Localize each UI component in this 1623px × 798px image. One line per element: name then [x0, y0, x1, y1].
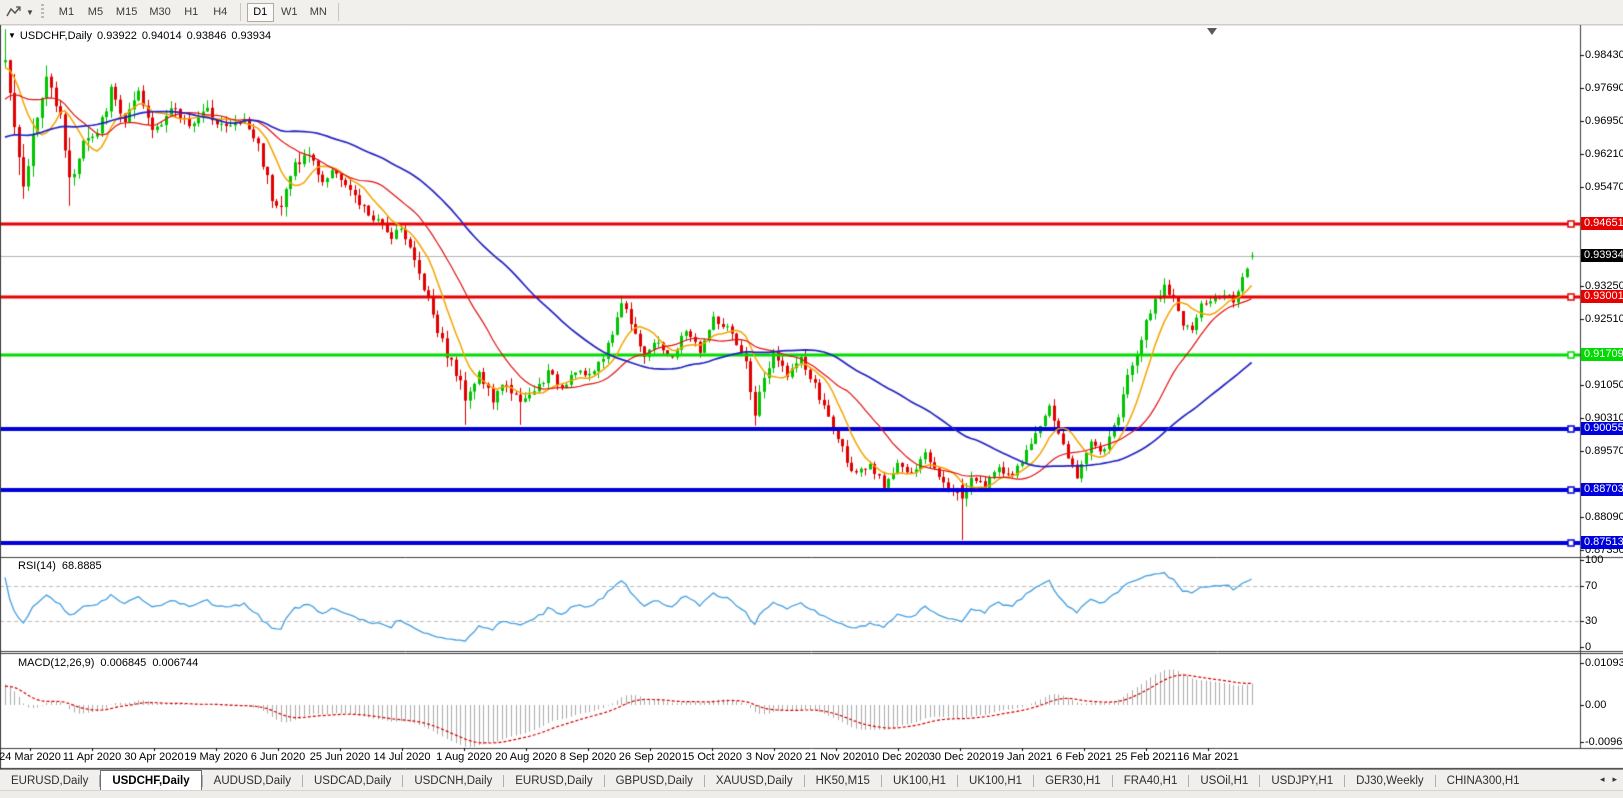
tab-scroll-left-icon[interactable]: ◂ [1596, 774, 1609, 785]
date-axis-label: 30 Dec 2020 [929, 751, 991, 763]
rsi-value: 68.8885 [62, 560, 102, 572]
timeframe-button-w1[interactable]: W1 [276, 3, 303, 22]
price-axis-tick: 0.88090 [1585, 511, 1623, 523]
timeframe-button-m5[interactable]: M5 [82, 3, 109, 22]
price-axis-tick: 0.96950 [1585, 115, 1623, 127]
rsi-axis-tick: 30 [1585, 615, 1597, 627]
collapse-triangle-icon[interactable]: ▼ [8, 31, 16, 40]
date-axis-label: 30 Apr 2020 [124, 751, 183, 763]
toolbar-separator [338, 3, 339, 21]
timeframe-button-m1[interactable]: M1 [53, 3, 80, 22]
tab-scroll-right-icon[interactable]: ▸ [1608, 774, 1621, 785]
macd-signal-value: 0.006744 [152, 657, 198, 669]
chart-tab[interactable]: HK50,M15 [805, 770, 881, 791]
date-axis-label: 24 Mar 2020 [0, 751, 61, 763]
date-axis-label: 10 Dec 2020 [867, 751, 929, 763]
rsi-name: RSI(14) [18, 560, 56, 572]
chart-tab[interactable]: USDJPY,H1 [1260, 770, 1344, 791]
chart-tab[interactable]: EURUSD,Daily [504, 770, 603, 791]
date-axis-label: 1 Aug 2020 [436, 751, 492, 763]
hline-price-label: 0.93001 [1581, 290, 1623, 303]
timeframe-toolbar: ▼ M1 M5 M15 M30 H1 H4 D1 W1 MN [0, 0, 1623, 25]
date-axis-label: 15 Oct 2020 [682, 751, 742, 763]
price-axis-tick: 0.92510 [1585, 313, 1623, 325]
date-axis-label: 20 Aug 2020 [495, 751, 557, 763]
chart-tab[interactable]: EURUSD,Daily [0, 770, 99, 791]
price-axis-tick: 0.96210 [1585, 148, 1623, 160]
timeframe-button-mn[interactable]: MN [305, 3, 332, 22]
chart-tab[interactable]: FRA40,H1 [1113, 770, 1189, 791]
chart-symbol-label: USDCHF,Daily [20, 30, 92, 42]
chart-type-icon[interactable] [4, 3, 26, 21]
chart-low-value: 0.93846 [187, 30, 227, 42]
macd-axis-tick: 0.010933 [1585, 657, 1623, 669]
chart-tab[interactable]: UK100,H1 [958, 770, 1033, 791]
date-axis-label: 11 Apr 2020 [63, 751, 122, 763]
price-axis-tick: 0.89570 [1585, 445, 1623, 457]
toolbar-drag-handle[interactable] [41, 4, 44, 20]
date-axis-label: 6 Feb 2021 [1056, 751, 1112, 763]
macd-main-value: 0.006845 [100, 657, 146, 669]
date-axis-label: 19 May 2020 [184, 751, 248, 763]
rsi-indicator-label: RSI(14) 68.8885 [18, 560, 108, 572]
chart-open-value: 0.93922 [97, 30, 137, 42]
timeframe-button-m15[interactable]: M15 [111, 3, 142, 22]
date-axis-label: 26 Sep 2020 [619, 751, 681, 763]
date-axis-label: 21 Nov 2020 [805, 751, 867, 763]
toolbar-separator [240, 3, 241, 21]
current-price-label: 0.93934 [1581, 249, 1623, 262]
chart-tab[interactable]: CHINA300,H1 [1436, 770, 1531, 791]
price-axis-tick: 0.97690 [1585, 82, 1623, 94]
rsi-axis-tick: 70 [1585, 580, 1597, 592]
chart-tabbar: EURUSD,DailyUSDCHF,DailyAUDUSD,DailyUSDC… [0, 769, 1623, 791]
timeframe-button-h1[interactable]: H1 [178, 3, 205, 22]
date-axis-label: 14 Jul 2020 [374, 751, 431, 763]
chart-ohlc-title: ▼ USDCHF,Daily 0.93922 0.94014 0.93846 0.9393… [8, 30, 276, 42]
chart-tab[interactable]: USOil,H1 [1189, 770, 1259, 791]
date-axis-label: 16 Mar 2021 [1177, 751, 1239, 763]
macd-axis-tick: 0.00 [1585, 699, 1606, 711]
chart-shift-marker-icon[interactable] [1207, 28, 1217, 35]
hline-price-label: 0.90055 [1581, 422, 1623, 435]
chart-type-dropdown-icon[interactable]: ▼ [26, 8, 34, 17]
timeframe-button-h4[interactable]: H4 [207, 3, 234, 22]
tabbar-scroll-arrows: ◂ ▸ [1596, 769, 1621, 790]
chart-tab[interactable]: UK100,H1 [882, 770, 957, 791]
rsi-axis-tick: 0 [1585, 641, 1591, 653]
macd-axis-tick: -0.009653 [1585, 736, 1623, 748]
date-axis-label: 3 Nov 2020 [746, 751, 802, 763]
chart-tab[interactable]: AUDUSD,Daily [203, 770, 302, 791]
date-axis-label: 8 Sep 2020 [560, 751, 616, 763]
hline-price-label: 0.94651 [1581, 217, 1623, 230]
hline-price-label: 0.88703 [1581, 483, 1623, 496]
price-axis-tick: 0.91050 [1585, 379, 1623, 391]
rsi-axis-tick: 100 [1585, 554, 1603, 566]
timeframe-button-m30[interactable]: M30 [144, 3, 175, 22]
chart-tab[interactable]: XAUUSD,Daily [705, 770, 804, 791]
price-axis-tick: 0.98430 [1585, 49, 1623, 61]
hline-price-label: 0.87513 [1581, 536, 1623, 549]
price-chart-canvas[interactable] [0, 0, 1623, 769]
chart-tab[interactable]: DJ30,Weekly [1345, 770, 1435, 791]
price-axis-tick: 0.95470 [1585, 181, 1623, 193]
chart-tab[interactable]: USDCAD,Daily [303, 770, 402, 791]
hline-price-label: 0.91709 [1581, 348, 1623, 361]
date-axis-label: 19 Jan 2021 [992, 751, 1053, 763]
chart-tab[interactable]: USDCNH,Daily [403, 770, 503, 791]
date-axis-label: 25 Feb 2021 [1115, 751, 1177, 763]
macd-name: MACD(12,26,9) [18, 657, 94, 669]
chart-high-value: 0.94014 [142, 30, 182, 42]
macd-indicator-label: MACD(12,26,9) 0.006845 0.006744 [18, 657, 204, 669]
chart-tab[interactable]: GBPUSD,Daily [605, 770, 704, 791]
timeframe-button-d1[interactable]: D1 [247, 3, 274, 22]
chart-tab[interactable]: GER30,H1 [1034, 770, 1112, 791]
date-axis-label: 6 Jun 2020 [251, 751, 305, 763]
date-axis-label: 25 Jun 2020 [310, 751, 371, 763]
chart-tab[interactable]: USDCHF,Daily [100, 770, 201, 791]
chart-close-value: 0.93934 [231, 30, 271, 42]
